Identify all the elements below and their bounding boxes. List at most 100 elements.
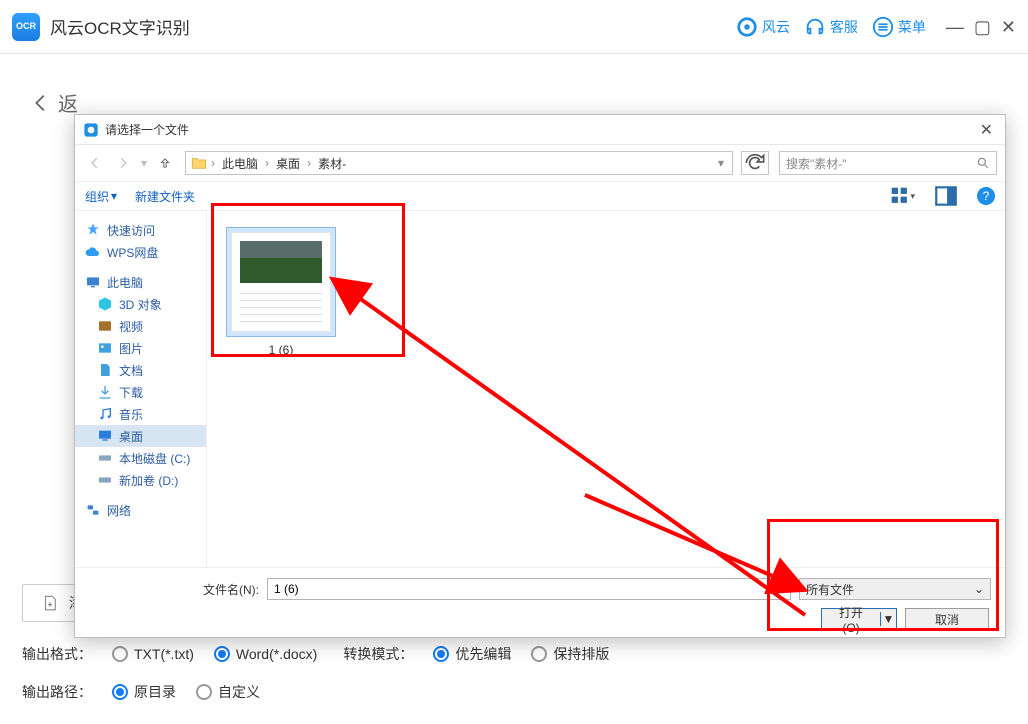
tree-item-label: 音乐	[119, 406, 143, 423]
tree-item[interactable]: 音乐	[75, 403, 206, 425]
dialog-titlebar: 请选择一个文件 ✕	[75, 115, 1005, 145]
window-maximize[interactable]: ▢	[974, 18, 991, 36]
refresh-icon	[742, 150, 768, 176]
dialog-footer: 文件名(N): 所有文件 ⌄ 打开(O) ▼ 取消	[75, 567, 1005, 637]
file-filter-label: 所有文件	[806, 581, 854, 598]
app-titlebar: OCR 风云OCR文字识别 风云 客服 菜单 — ▢ ✕	[0, 0, 1028, 54]
back-label: 返	[58, 88, 78, 117]
radio-txt[interactable]: TXT(*.txt)	[112, 646, 194, 662]
tree-item-label: 3D 对象	[119, 296, 162, 313]
help-button[interactable]: ?	[977, 187, 995, 205]
tree-item-label: 网络	[107, 502, 131, 519]
radio-path-original-label: 原目录	[134, 682, 176, 702]
radio-word[interactable]: Word(*.docx)	[214, 646, 317, 662]
window-close[interactable]: ✕	[1001, 18, 1016, 36]
filename-input[interactable]	[267, 578, 791, 600]
video-icon	[97, 318, 113, 334]
search-input[interactable]: 搜索"素材-"	[779, 151, 997, 175]
tree-item[interactable]: 此电脑	[75, 271, 206, 293]
star-icon	[85, 222, 101, 238]
back-button[interactable]: 返	[30, 88, 78, 117]
tree-item[interactable]: 网络	[75, 499, 206, 521]
dialog-close-button[interactable]: ✕	[976, 120, 997, 140]
search-icon	[976, 156, 990, 170]
link-fengyun-label: 风云	[762, 17, 790, 37]
target-icon	[736, 16, 758, 38]
nav-history-dropdown[interactable]: ▾	[139, 156, 149, 170]
link-support-label: 客服	[830, 17, 858, 37]
pc-icon	[85, 274, 101, 290]
refresh-button[interactable]	[741, 151, 769, 175]
radio-mode-keep[interactable]: 保持排版	[531, 644, 609, 664]
breadcrumb-item[interactable]: 素材-	[314, 155, 350, 172]
cancel-button[interactable]: 取消	[905, 608, 989, 630]
chevron-down-icon: ⌄	[974, 582, 984, 596]
file-filter-select[interactable]: 所有文件 ⌄	[799, 578, 991, 600]
down-icon	[97, 384, 113, 400]
cancel-button-label: 取消	[935, 611, 959, 628]
radio-word-label: Word(*.docx)	[236, 646, 317, 662]
link-support[interactable]: 客服	[804, 16, 858, 38]
preview-icon	[933, 183, 959, 209]
file-item-name: 1 (6)	[223, 343, 339, 357]
tree-item[interactable]: 3D 对象	[75, 293, 206, 315]
nav-back-button[interactable]	[83, 151, 107, 175]
preview-pane-button[interactable]	[933, 187, 959, 205]
new-folder-button[interactable]: 新建文件夹	[135, 188, 195, 205]
link-menu[interactable]: 菜单	[872, 16, 926, 38]
radio-path-custom-label: 自定义	[218, 682, 260, 702]
convert-mode-label: 转换模式：	[343, 644, 413, 664]
music-icon	[97, 406, 113, 422]
folder-icon	[190, 154, 208, 172]
radio-mode-edit-label: 优先编辑	[455, 644, 511, 664]
tree-item[interactable]: 文档	[75, 359, 206, 381]
nav-up-button[interactable]	[153, 151, 177, 175]
link-menu-label: 菜单	[898, 17, 926, 37]
grid-icon	[889, 185, 910, 206]
breadcrumb-item[interactable]: 此电脑	[218, 155, 262, 172]
open-dropdown[interactable]: ▼	[880, 612, 896, 626]
tree-item-label: 下载	[119, 384, 143, 401]
tree-item[interactable]: 新加卷 (D:)	[75, 469, 206, 491]
cube-icon	[97, 296, 113, 312]
tree-item[interactable]: 桌面	[75, 425, 206, 447]
radio-path-original[interactable]: 原目录	[112, 682, 176, 702]
file-item[interactable]: 1 (6)	[223, 227, 339, 357]
view-mode-button[interactable]: ▾	[889, 187, 915, 205]
headset-icon	[804, 16, 826, 38]
tree-item-label: 新加卷 (D:)	[119, 472, 178, 489]
tree-item[interactable]: 视频	[75, 315, 206, 337]
desktop-icon	[97, 428, 113, 444]
breadcrumb-item[interactable]: 桌面	[272, 155, 304, 172]
output-format-label: 输出格式：	[22, 644, 92, 664]
disk-icon	[97, 472, 113, 488]
tree-item[interactable]: WPS网盘	[75, 241, 206, 263]
link-fengyun[interactable]: 风云	[736, 16, 790, 38]
doc-icon	[97, 362, 113, 378]
radio-path-custom[interactable]: 自定义	[196, 682, 260, 702]
output-path-label: 输出路径：	[22, 682, 92, 702]
tree-item-label: 本地磁盘 (C:)	[119, 450, 190, 467]
open-button[interactable]: 打开(O) ▼	[821, 608, 897, 630]
cloud-icon	[85, 244, 101, 260]
radio-txt-label: TXT(*.txt)	[134, 646, 194, 662]
radio-mode-edit[interactable]: 优先编辑	[433, 644, 511, 664]
tree-item[interactable]: 图片	[75, 337, 206, 359]
file-list: 1 (6)	[207, 211, 1005, 567]
dialog-toolbar: 组织 ▾ 新建文件夹 ▾ ?	[75, 181, 1005, 211]
tree-item-label: 图片	[119, 340, 143, 357]
tree-item-label: 此电脑	[107, 274, 143, 291]
organize-button[interactable]: 组织 ▾	[85, 188, 117, 205]
address-bar[interactable]: › 此电脑› 桌面› 素材- ▾	[185, 151, 733, 175]
tree-item-label: WPS网盘	[107, 244, 158, 261]
tree-item[interactable]: 本地磁盘 (C:)	[75, 447, 206, 469]
nav-forward-button[interactable]	[111, 151, 135, 175]
menu-icon	[872, 16, 894, 38]
tree-item-label: 快速访问	[107, 222, 155, 239]
window-minimize[interactable]: —	[946, 18, 964, 36]
tree-item[interactable]: 快速访问	[75, 219, 206, 241]
arrow-left-icon	[88, 156, 102, 170]
address-dropdown[interactable]: ▾	[714, 156, 728, 170]
search-placeholder: 搜索"素材-"	[786, 155, 976, 172]
tree-item[interactable]: 下载	[75, 381, 206, 403]
